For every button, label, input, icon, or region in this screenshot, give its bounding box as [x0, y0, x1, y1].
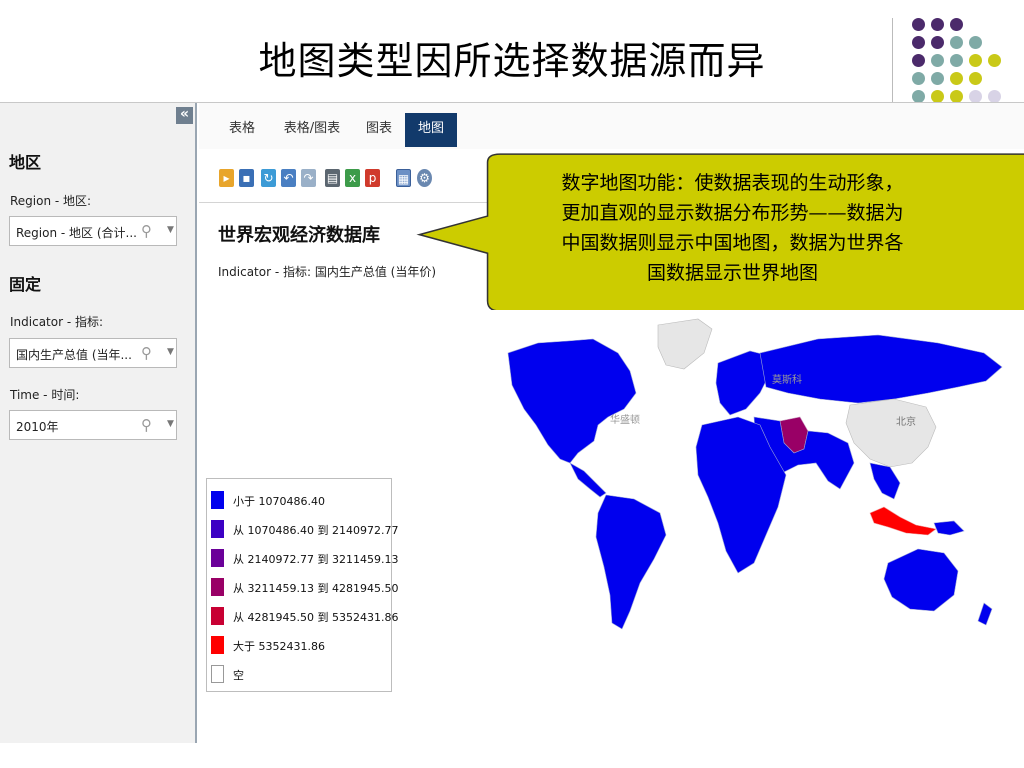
map-region-central-america[interactable]: [569, 462, 607, 498]
decor-dot: [988, 54, 1001, 67]
section-fixed-heading: 固定: [9, 275, 42, 294]
map-region-papua[interactable]: [933, 520, 965, 536]
callout-line: 更加直观的显示数据分布形势——数据为: [561, 202, 904, 224]
excel-icon[interactable]: x: [345, 169, 360, 187]
map-region-southeast-asia[interactable]: [869, 462, 901, 500]
map-region-china[interactable]: [845, 398, 937, 468]
save-icon[interactable]: ▪: [239, 169, 254, 187]
legend-swatch: [211, 520, 224, 538]
tab-map[interactable]: 地图: [405, 113, 457, 147]
indicator-select-value: 国内生产总值 (当年...: [16, 348, 132, 362]
print-icon[interactable]: ▤: [325, 169, 340, 187]
time-select-value: 2010年: [16, 420, 59, 434]
legend-label: 从 2140972.77 到 3211459.13: [233, 553, 399, 566]
section-region-heading: 地区: [9, 153, 42, 172]
indicator-select[interactable]: 国内生产总值 (当年... ⚲ ▼: [9, 338, 177, 368]
time-label: Time - 时间:: [10, 388, 80, 402]
legend-swatch: [211, 636, 224, 654]
legend-label: 小于 1070486.40: [233, 495, 325, 508]
legend-swatch: [211, 491, 224, 509]
undo-icon[interactable]: ↶: [281, 169, 296, 187]
slide-title: 地图类型因所选择数据源而异: [258, 39, 766, 83]
map-label-beijing: 北京: [896, 415, 916, 428]
map-region-greenland[interactable]: [657, 318, 713, 370]
legend-label: 从 4281945.50 到 5352431.86: [233, 611, 399, 624]
tab-table-chart[interactable]: 表格/图表: [277, 113, 347, 147]
decor-dot: [969, 72, 982, 85]
filter-sidebar: « 地区 Region - 地区: Region - 地区 (合计... ⚲ ▼…: [0, 103, 197, 743]
search-icon[interactable]: ⚲: [141, 344, 152, 362]
tab-table[interactable]: 表格: [219, 113, 265, 147]
region-select-value: Region - 地区 (合计...: [16, 226, 137, 240]
indicator-label: Indicator - 指标:: [10, 315, 104, 329]
map-region-north-america[interactable]: [507, 338, 637, 464]
callout-line: 中国数据则显示中国地图，数据为世界各: [561, 232, 904, 254]
legend-label: 空: [233, 669, 244, 682]
decor-dot: [931, 18, 944, 31]
redo-icon[interactable]: ↷: [301, 169, 316, 187]
decor-dot: [931, 54, 944, 67]
legend-label: 从 3211459.13 到 4281945.50: [233, 582, 399, 595]
chevron-down-icon[interactable]: ▼: [167, 347, 174, 357]
map-legend: 小于 1070486.40 从 1070486.40 到 2140972.77 …: [206, 478, 398, 692]
decor-dot: [931, 72, 944, 85]
map-region-europe[interactable]: [715, 350, 769, 416]
decor-dot: [969, 36, 982, 49]
chevron-down-icon[interactable]: ▼: [167, 419, 174, 429]
decor-dot: [950, 54, 963, 67]
map-label-moscow: 莫斯科: [772, 373, 802, 386]
decor-dot: [912, 18, 925, 31]
map-label-washington: 华盛顿: [610, 413, 640, 426]
decor-dot: [912, 36, 925, 49]
callout-line: 数字地图功能：使数据表现的生动形象，: [561, 172, 904, 194]
map-region-australia[interactable]: [883, 548, 959, 612]
legend-swatch: [211, 607, 224, 625]
legend-label: 从 1070486.40 到 2140972.77: [233, 524, 399, 537]
map-region-russia[interactable]: [759, 334, 1003, 404]
callout-line: 国数据显示世界地图: [646, 262, 818, 284]
legend-swatch: [211, 549, 224, 567]
chevron-down-icon[interactable]: ▼: [167, 225, 174, 235]
region-label: Region - 地区:: [10, 194, 92, 208]
refresh-icon[interactable]: ↻: [261, 169, 276, 187]
tab-chart[interactable]: 图表: [356, 113, 402, 147]
region-select[interactable]: Region - 地区 (合计... ⚲ ▼: [9, 216, 177, 246]
export-icon[interactable]: ▸: [219, 169, 234, 187]
database-title: 世界宏观经济数据库: [218, 225, 380, 246]
time-select[interactable]: 2010年 ⚲ ▼: [9, 410, 177, 440]
world-map[interactable]: 华盛顿 莫斯科 北京: [498, 313, 1010, 648]
callout-text: 数字地图功能：使数据表现的生动形象， 更加直观的显示数据分布形势——数据为 中国…: [470, 168, 995, 288]
title-divider: [892, 18, 893, 104]
map-region-indonesia[interactable]: [869, 506, 937, 536]
decor-dot: [912, 72, 925, 85]
decor-dot: [950, 18, 963, 31]
decor-dot: [969, 54, 982, 67]
pdf-icon[interactable]: p: [365, 169, 380, 187]
collapse-sidebar-button[interactable]: «: [176, 107, 193, 124]
legend-swatch: [211, 578, 224, 596]
map-region-south-america[interactable]: [595, 494, 667, 630]
decor-dot: [912, 54, 925, 67]
decor-dot: [931, 36, 944, 49]
search-icon[interactable]: ⚲: [141, 222, 152, 240]
view-tabs: 表格 表格/图表 图表 地图: [199, 103, 1024, 149]
decor-dot: [950, 72, 963, 85]
map-region-new-zealand[interactable]: [977, 602, 993, 626]
legend-swatch: [211, 665, 224, 683]
legend-label: 大于 5352431.86: [233, 640, 325, 653]
decor-dot: [950, 36, 963, 49]
search-icon[interactable]: ⚲: [141, 416, 152, 434]
